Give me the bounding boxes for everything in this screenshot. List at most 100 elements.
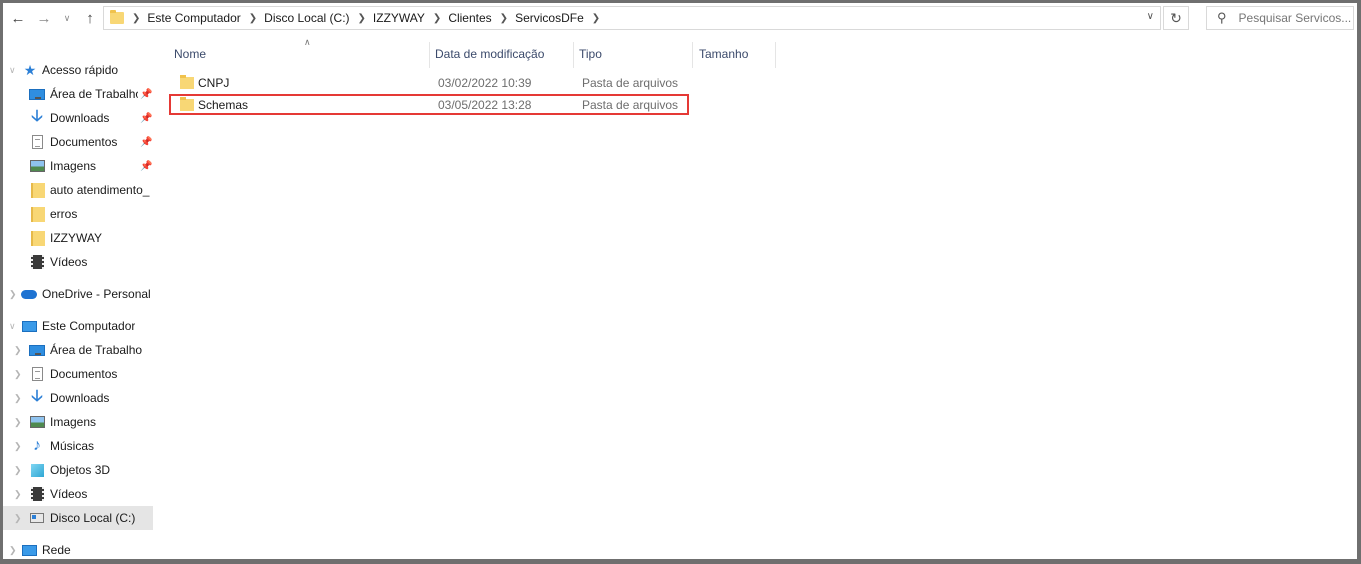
breadcrumb-servicosdfe[interactable]: ServicosDFe bbox=[515, 11, 584, 25]
sidebar-item-label: Rede bbox=[42, 543, 71, 557]
expand-chevron-icon[interactable]: ❯ bbox=[9, 289, 17, 300]
sidebar-item-this-pc[interactable]: ∨ Este Computador bbox=[3, 314, 153, 338]
navigation-bar: ← → ∨ ↑ ❯ Este Computador ❯ Disco Local … bbox=[3, 3, 1357, 34]
sidebar-item-quick-access[interactable]: ∨ ★ Acesso rápido bbox=[3, 58, 153, 82]
breadcrumb-separator-icon: ❯ bbox=[432, 12, 442, 24]
column-header-modified[interactable]: Data de modificação bbox=[435, 40, 573, 68]
sidebar-item-pc-documentos[interactable]: ❯ Documentos bbox=[3, 362, 153, 386]
expand-chevron-icon[interactable]: ❯ bbox=[14, 441, 22, 452]
sidebar-item-pc-imagens[interactable]: ❯ Imagens bbox=[3, 410, 153, 434]
sidebar-item-label: Músicas bbox=[50, 439, 95, 453]
column-header-size[interactable]: Tamanho bbox=[699, 40, 774, 68]
folder-icon bbox=[30, 206, 46, 222]
sidebar-item-auto-atendimento[interactable]: auto atendimento_ bbox=[3, 178, 153, 202]
breadcrumb-izzyway[interactable]: IZZYWAY bbox=[373, 11, 425, 25]
column-divider[interactable] bbox=[775, 42, 776, 68]
search-icon: ⚲ bbox=[1217, 10, 1227, 25]
sidebar-item-label: IZZYWAY bbox=[50, 231, 102, 245]
sidebar-item-label: Documentos bbox=[50, 135, 118, 149]
expand-chevron-icon[interactable]: ❯ bbox=[14, 465, 22, 476]
pin-icon[interactable]: 📌 bbox=[140, 161, 152, 172]
forward-arrow-icon[interactable]: → bbox=[35, 8, 53, 28]
pin-icon[interactable]: 📌 bbox=[140, 137, 152, 148]
address-bar[interactable]: ❯ Este Computador ❯ Disco Local (C:) ❯ I… bbox=[103, 6, 1161, 30]
desktop-icon bbox=[29, 342, 45, 358]
file-name: CNPJ bbox=[198, 76, 230, 90]
computer-icon bbox=[21, 318, 37, 334]
column-header-type[interactable]: Tipo bbox=[579, 40, 691, 68]
sort-ascending-icon: ∧ bbox=[304, 37, 311, 47]
refresh-icon[interactable]: ↻ bbox=[1163, 6, 1189, 30]
column-divider[interactable] bbox=[573, 42, 574, 68]
breadcrumb-separator-icon: ❯ bbox=[499, 12, 509, 24]
sidebar-item-label: Acesso rápido bbox=[42, 63, 119, 77]
breadcrumb-este-computador[interactable]: Este Computador bbox=[147, 11, 240, 25]
sidebar-item-label: Imagens bbox=[50, 415, 97, 429]
sidebar-item-disco-local[interactable]: ❯ Disco Local (C:) bbox=[3, 506, 153, 530]
sidebar-item-pc-objetos-3d[interactable]: ❯ Objetos 3D bbox=[3, 458, 153, 482]
breadcrumb-disco-local[interactable]: Disco Local (C:) bbox=[264, 11, 349, 25]
sidebar-item-pc-musicas[interactable]: ❯ ♪ Músicas bbox=[3, 434, 153, 458]
recent-locations-chevron-icon[interactable]: ∨ bbox=[61, 8, 73, 28]
folder-icon bbox=[180, 75, 194, 89]
sidebar-item-pc-desktop[interactable]: ❯ Área de Trabalho bbox=[3, 338, 153, 362]
sidebar-item-quick-downloads[interactable]: 🡣 Downloads 📌 bbox=[3, 106, 153, 130]
file-list-view: Nome ∧ Data de modificação Tipo Tamanho … bbox=[163, 37, 1357, 559]
pin-icon[interactable]: 📌 bbox=[140, 113, 152, 124]
sidebar-item-quick-videos[interactable]: Vídeos bbox=[3, 250, 153, 274]
star-icon: ★ bbox=[23, 61, 37, 78]
search-box[interactable]: ⚲ Pesquisar Servicos... bbox=[1206, 6, 1354, 30]
expand-chevron-icon[interactable]: ❯ bbox=[14, 513, 22, 524]
expand-chevron-icon[interactable]: ❯ bbox=[9, 545, 17, 556]
sidebar-item-quick-imagens[interactable]: Imagens 📌 bbox=[3, 154, 153, 178]
sidebar-item-label: Vídeos bbox=[50, 255, 88, 269]
expand-chevron-icon[interactable]: ❯ bbox=[14, 393, 22, 404]
expand-chevron-icon[interactable]: ∨ bbox=[9, 65, 16, 76]
back-arrow-icon[interactable]: ← bbox=[9, 8, 27, 28]
search-placeholder: Pesquisar Servicos... bbox=[1238, 11, 1352, 25]
sidebar-item-pc-downloads[interactable]: ❯ 🡣 Downloads bbox=[3, 386, 153, 410]
sidebar-item-label: Disco Local (C:) bbox=[50, 511, 136, 525]
desktop-icon bbox=[29, 86, 45, 102]
expand-chevron-icon[interactable]: ❯ bbox=[14, 345, 22, 356]
pin-icon[interactable]: 📌 bbox=[140, 89, 152, 100]
expand-chevron-icon[interactable]: ❯ bbox=[14, 417, 22, 428]
image-icon bbox=[29, 414, 45, 430]
sidebar-item-erros[interactable]: erros bbox=[3, 202, 153, 226]
sidebar-item-quick-desktop[interactable]: Área de Trabalho 📌 bbox=[3, 82, 153, 106]
sidebar-item-label: Área de Trabalho bbox=[50, 87, 138, 101]
breadcrumb-separator-icon: ❯ bbox=[132, 12, 141, 24]
video-icon bbox=[29, 254, 45, 270]
breadcrumb-separator-icon[interactable]: ❯ bbox=[592, 13, 600, 24]
column-divider[interactable] bbox=[692, 42, 693, 68]
image-icon bbox=[29, 158, 45, 174]
sidebar-item-label: Downloads bbox=[50, 391, 110, 405]
expand-chevron-icon[interactable]: ❯ bbox=[14, 489, 22, 500]
sidebar-item-label: erros bbox=[50, 207, 78, 221]
music-icon: ♪ bbox=[33, 437, 41, 454]
sidebar-item-pc-videos[interactable]: ❯ Vídeos bbox=[3, 482, 153, 506]
sidebar-item-label: OneDrive - Personal bbox=[42, 287, 151, 301]
breadcrumb-clientes[interactable]: Clientes bbox=[448, 11, 491, 25]
sidebar-item-izzyway[interactable]: IZZYWAY bbox=[3, 226, 153, 250]
up-arrow-icon[interactable]: ↑ bbox=[81, 8, 99, 28]
breadcrumb-separator-icon: ❯ bbox=[248, 12, 258, 24]
file-explorer-window: ← → ∨ ↑ ❯ Este Computador ❯ Disco Local … bbox=[3, 3, 1357, 559]
sidebar-item-label: Objetos 3D bbox=[50, 463, 111, 477]
sidebar-item-label: Área de Trabalho bbox=[50, 343, 143, 357]
column-header-label: Data de modificação bbox=[435, 47, 545, 61]
expand-chevron-icon[interactable]: ∨ bbox=[9, 321, 16, 332]
sidebar-item-onedrive[interactable]: ❯ OneDrive - Personal bbox=[3, 282, 153, 306]
sidebar-item-label: Este Computador bbox=[42, 319, 136, 333]
table-row[interactable]: CNPJ 03/02/2022 10:39 Pasta de arquivos bbox=[169, 73, 689, 94]
cloud-icon bbox=[21, 286, 37, 302]
column-header-name[interactable]: Nome ∧ bbox=[174, 37, 428, 68]
navigation-pane: ∨ ★ Acesso rápido Área de Trabalho 📌 🡣 D… bbox=[3, 40, 157, 559]
column-divider[interactable] bbox=[429, 42, 430, 68]
download-icon: 🡣 bbox=[31, 387, 43, 405]
expand-chevron-icon[interactable]: ❯ bbox=[14, 369, 22, 380]
address-dropdown-icon[interactable]: ∨ bbox=[1147, 11, 1154, 22]
column-header-label: Nome bbox=[174, 47, 207, 61]
sidebar-item-network[interactable]: ❯ Rede bbox=[3, 538, 153, 559]
sidebar-item-quick-documentos[interactable]: Documentos 📌 bbox=[3, 130, 153, 154]
